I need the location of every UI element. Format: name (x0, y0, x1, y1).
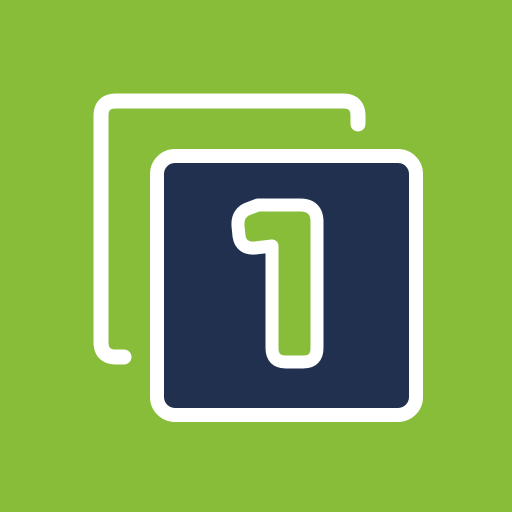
layer-one-icon (0, 0, 512, 512)
app-icon (0, 0, 512, 512)
